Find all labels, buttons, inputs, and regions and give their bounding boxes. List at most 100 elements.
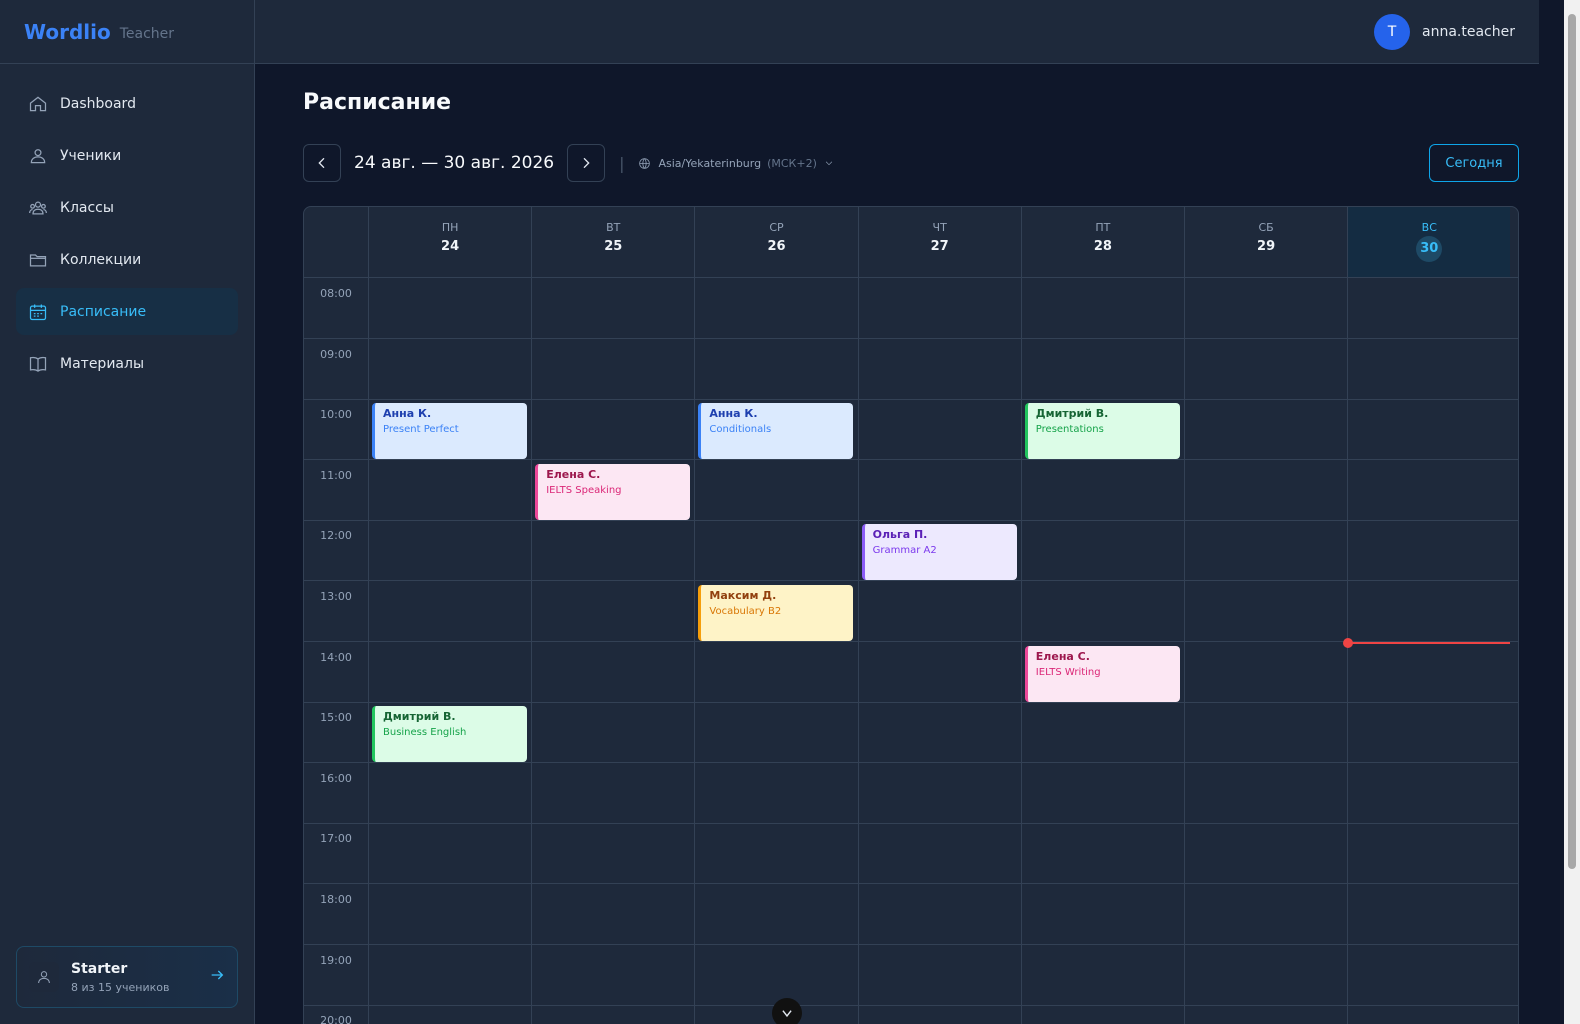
hour-label: 17:00 (320, 832, 352, 846)
hour-row[interactable]: 18:00 (304, 884, 1518, 945)
day-name: ВС (1421, 221, 1437, 234)
sidebar-item-label: Коллекции (60, 251, 142, 268)
lesson-topic: Vocabulary B2 (709, 606, 782, 617)
hour-label: 16:00 (320, 771, 352, 785)
user-menu[interactable]: T anna.teacher (1374, 14, 1515, 50)
users-icon (29, 201, 47, 214)
plan-icon-box (29, 962, 59, 992)
username: anna.teacher (1422, 24, 1515, 40)
hour-label: 18:00 (320, 893, 352, 906)
sidebar-item-students[interactable]: Ученики (16, 132, 238, 179)
hour-row[interactable]: 11:00 (304, 460, 1518, 521)
hour-label: 08:00 (320, 287, 352, 300)
page-scrollbar[interactable] (1564, 0, 1580, 1024)
hour-row[interactable]: 20:00 (304, 1005, 1518, 1024)
lesson-student: Дмитрий В. (383, 710, 456, 724)
hour-row[interactable]: 09:00 (304, 339, 1518, 400)
lesson-student: Ольга П. (872, 528, 928, 542)
brand-logo[interactable]: Wordlio (24, 20, 111, 44)
avatar[interactable]: T (1374, 14, 1411, 50)
day-header[interactable]: СР 26 (694, 207, 857, 277)
sidebar-item-schedule[interactable]: Расписание (16, 288, 238, 335)
sidebar-item-classes[interactable]: Классы (16, 184, 238, 231)
sidebar-item-materials[interactable]: Материалы (16, 340, 238, 387)
day-name: ВТ (606, 221, 621, 234)
sidebar-item-label: Dashboard (60, 95, 136, 112)
hour-label: 09:00 (320, 347, 352, 361)
hour-row[interactable]: 14:00 (304, 642, 1518, 703)
day-number: 29 (1257, 239, 1276, 254)
lesson-event[interactable]: Максим Д. Vocabulary B2 (698, 585, 854, 641)
day-header[interactable]: ПН 24 (368, 207, 531, 277)
scroll-down-button[interactable] (772, 998, 802, 1024)
chevron-left-icon (318, 157, 325, 169)
plan-card[interactable]: Starter 8 из 15 учеников (16, 946, 238, 1008)
hour-label: 19:00 (320, 953, 352, 967)
lesson-event[interactable]: Дмитрий В. Business English (372, 706, 527, 763)
hour-row[interactable]: 13:00 (304, 581, 1518, 642)
day-column-divider (368, 278, 369, 1024)
lesson-topic: Present Perfect (383, 424, 459, 436)
day-header[interactable]: ПТ 28 (1020, 207, 1184, 277)
day-column-divider (1020, 278, 1022, 1024)
day-number: 25 (604, 239, 623, 254)
chevron-right-icon (583, 157, 590, 169)
hour-row[interactable]: 08:00 (304, 278, 1518, 339)
lesson-student: Дмитрий В. (1035, 407, 1109, 421)
timezone-selector[interactable]: Asia/Yekaterinburg (МСК+2) (638, 157, 833, 170)
scrollbar-thumb[interactable] (1568, 14, 1576, 869)
user-icon (38, 971, 50, 984)
brand-role: Teacher (119, 25, 175, 42)
lesson-event[interactable]: Елена С. IELTS Speaking (535, 463, 691, 520)
day-header[interactable]: ВТ 25 (531, 207, 694, 277)
lesson-student: Максим Д. (709, 589, 777, 602)
lesson-student: Анна К. (709, 407, 758, 421)
calendar-icon (29, 304, 47, 320)
arrow-right-icon (211, 970, 224, 980)
day-header[interactable]: СБ 29 (1184, 207, 1347, 277)
sidebar-item-collections[interactable]: Коллекции (16, 236, 238, 283)
hour-row[interactable]: 19:00 (304, 945, 1518, 1006)
day-number: 30 (1416, 236, 1443, 262)
calendar-grid: 08:00 09:00 10:00 11:00 12:00 13:00 14:00 15:00… (304, 278, 1518, 1024)
hour-label: 20:00 (320, 1014, 352, 1024)
chevron-down-icon (782, 1010, 792, 1018)
lesson-topic: Grammar A2 (872, 545, 937, 557)
next-week-button[interactable] (567, 144, 606, 182)
book-icon (29, 356, 47, 372)
hour-label: 13:00 (320, 590, 352, 603)
plan-arrow[interactable] (209, 967, 225, 987)
day-name: ПТ (1095, 221, 1111, 234)
day-name: ЧТ (932, 221, 947, 234)
lesson-event[interactable]: Дмитрий В. Presentations (1024, 403, 1180, 460)
hour-row[interactable]: 16:00 (304, 763, 1518, 824)
prev-week-button[interactable] (303, 144, 341, 182)
lesson-event[interactable]: Анна К. Present Perfect (372, 403, 527, 460)
week-calendar: ПН 24 ВТ 25 СР 26 ЧТ 27 ПТ 28 СБ 29 ВС 30 08:00 09:00 1… (303, 206, 1519, 1024)
hour-label: 10:00 (320, 408, 352, 422)
sidebar-item-dashboard[interactable]: Dashboard (16, 80, 238, 127)
hour-row[interactable]: 17:00 (304, 823, 1518, 885)
day-header[interactable]: ЧТ 27 (857, 207, 1021, 277)
plan-title: Starter (71, 960, 128, 977)
sidebar-item-label: Материалы (60, 355, 144, 372)
day-header[interactable]: ВС 30 (1347, 207, 1511, 277)
top-bar: T anna.teacher (255, 0, 1539, 64)
lesson-student: Анна К. (383, 407, 432, 421)
plan-usage: 8 из 15 учеников (71, 980, 170, 994)
sidebar-nav: Dashboard Ученики Классы Коллекции Распи… (16, 80, 238, 392)
lesson-event[interactable]: Елена С. IELTS Writing (1024, 645, 1180, 702)
day-number: 24 (441, 239, 460, 254)
folder-icon (29, 253, 47, 266)
today-button[interactable]: Сегодня (1429, 144, 1519, 182)
toolbar-separator: | (619, 153, 625, 173)
day-number: 28 (1093, 239, 1112, 254)
hour-label: 15:00 (320, 711, 352, 725)
hour-label: 14:00 (320, 650, 352, 664)
sidebar-item-label: Классы (60, 199, 114, 216)
lesson-event[interactable]: Ольга П. Grammar A2 (861, 524, 1017, 581)
lesson-student: Елена С. (546, 467, 601, 481)
day-number: 26 (767, 239, 786, 254)
lesson-event[interactable]: Анна К. Conditionals (698, 403, 854, 460)
day-column-divider (857, 278, 859, 1024)
